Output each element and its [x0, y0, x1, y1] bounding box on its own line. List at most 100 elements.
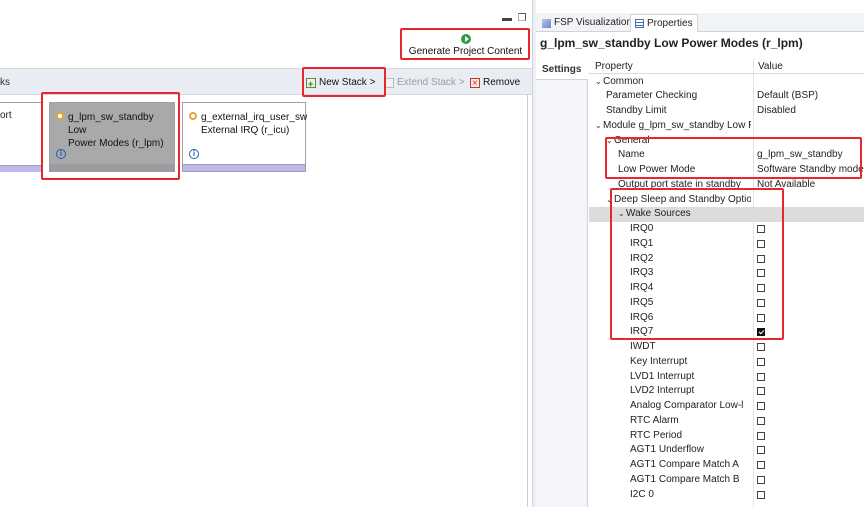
remove-button[interactable]: Remove [470, 75, 521, 92]
new-stack-label: New Stack > [319, 77, 376, 88]
property-label-text: AGT1 Compare Match A [630, 459, 739, 470]
wake-source-checkbox[interactable] [757, 431, 765, 440]
stack-block-external-irq[interactable]: g_external_irq_user_sw External IRQ (r_i… [182, 102, 307, 172]
wake-source-row[interactable]: LVD1 Interrupt [589, 370, 864, 385]
remove-label: Remove [483, 77, 521, 88]
wake-source-checkbox[interactable] [757, 225, 765, 233]
wake-source-row[interactable]: IRQ4 [589, 281, 864, 296]
property-row[interactable]: Output port state in standby Not Availabl… [589, 178, 864, 193]
property-row[interactable]: Standby Limit Disabled [589, 104, 864, 119]
property-label: RTC Alarm [630, 414, 751, 429]
tab-fsp-visualization[interactable]: FSP Visualization [538, 14, 636, 32]
wake-source-row[interactable]: RTC Period [589, 429, 864, 444]
property-row[interactable]: ⌄Deep Sleep and Standby Optio [589, 193, 864, 208]
property-label-text: RTC Alarm [630, 414, 679, 426]
maximize-icon[interactable]: ❐ [517, 14, 527, 24]
view-tabs: FSP Visualization Properties [536, 13, 864, 32]
wake-source-checkbox[interactable] [757, 357, 765, 366]
property-row[interactable]: Name g_lpm_sw_standby [589, 148, 864, 163]
expand-chevron-icon[interactable]: ⌄ [606, 193, 614, 208]
tab-properties[interactable]: Properties [630, 14, 698, 32]
property-label: Analog Comparator Low-l [630, 399, 751, 414]
properties-view: FSP Visualization Properties g_lpm_sw_st… [536, 0, 864, 507]
property-value[interactable]: Not Available [757, 178, 864, 193]
property-label: IRQ5 [630, 296, 751, 311]
property-label-text: Standby Limit [606, 105, 667, 116]
wake-source-row[interactable]: IRQ0 [589, 222, 864, 237]
property-row[interactable]: ⌄Common [589, 75, 864, 90]
property-row[interactable]: Parameter Checking Default (BSP) [589, 89, 864, 104]
info-icon[interactable]: i [189, 149, 199, 159]
property-value[interactable]: Default (BSP) [757, 89, 864, 104]
stack-block-partial[interactable]: ort [0, 102, 42, 172]
property-label-text: Parameter Checking [606, 90, 698, 102]
property-row[interactable]: ⌄General [589, 134, 864, 149]
property-value[interactable]: Software Standby mode [757, 163, 864, 178]
minimize-icon[interactable]: ▬ [502, 14, 512, 24]
property-label: IRQ3 [630, 266, 751, 281]
wake-source-row[interactable]: IRQ5 [589, 296, 864, 311]
property-row[interactable]: ⌄Module g_lpm_sw_standby Low Pc [589, 119, 864, 134]
wake-source-checkbox[interactable] [757, 239, 765, 248]
properties-title: g_lpm_sw_standby Low Power Modes (r_lpm) [540, 36, 803, 50]
wake-source-checkbox[interactable] [757, 269, 765, 278]
value-column-header[interactable]: Value [758, 61, 783, 72]
wake-source-row[interactable]: AGT1 Compare Match B [589, 473, 864, 488]
tab-label: Properties [647, 17, 693, 29]
property-label: IRQ1 [630, 237, 751, 252]
property-row[interactable]: Low Power Mode Software Standby mode [589, 163, 864, 178]
wake-source-row[interactable]: Key Interrupt [589, 355, 864, 370]
wake-source-checkbox[interactable] [757, 446, 765, 455]
property-label: Key Interrupt [630, 355, 751, 370]
property-row[interactable]: ⌄Wake Sources [589, 207, 864, 222]
wake-source-checkbox[interactable] [757, 313, 765, 322]
wake-source-row[interactable]: IRQ7 [589, 325, 864, 340]
stack-name: g_lpm_sw_standby Low [68, 112, 154, 136]
wake-source-row[interactable]: AGT1 Underflow [589, 443, 864, 458]
property-label: IRQ7 [630, 325, 751, 340]
wake-source-checkbox[interactable] [757, 490, 765, 499]
extend-stack-button[interactable]: Extend Stack > [384, 75, 465, 91]
wake-source-row[interactable]: Analog Comparator Low-l [589, 399, 864, 414]
wake-source-row[interactable]: AGT1 Compare Match A [589, 458, 864, 473]
property-label-text: LVD1 Interrupt [630, 370, 695, 382]
wake-source-checkbox[interactable] [757, 461, 765, 469]
property-value[interactable]: Disabled [757, 104, 864, 119]
wake-source-row[interactable]: LVD2 Interrupt [589, 384, 864, 399]
property-label-text: IRQ7 [630, 326, 654, 338]
expand-chevron-icon[interactable]: ⌄ [595, 119, 603, 134]
module-icon [188, 111, 198, 121]
wake-source-checkbox[interactable] [757, 284, 765, 292]
wake-source-checkbox[interactable] [757, 328, 765, 337]
wake-source-checkbox[interactable] [757, 343, 765, 351]
expand-chevron-icon[interactable]: ⌄ [618, 207, 626, 222]
wake-source-row[interactable]: IWDT [589, 340, 864, 355]
wake-source-checkbox[interactable] [757, 298, 765, 307]
wake-source-checkbox[interactable] [757, 254, 765, 263]
wake-source-checkbox[interactable] [757, 402, 765, 410]
wake-source-checkbox[interactable] [757, 475, 765, 484]
property-label-text: Name [618, 149, 645, 161]
expand-chevron-icon[interactable]: ⌄ [606, 134, 614, 149]
wake-source-checkbox[interactable] [757, 372, 765, 381]
new-stack-button[interactable]: New Stack > [306, 75, 376, 92]
stacks-title: ks [0, 77, 10, 88]
info-icon[interactable]: i [56, 149, 66, 159]
stack-block-lpm[interactable]: g_lpm_sw_standby Low Power Modes (r_lpm)… [49, 102, 175, 172]
wake-source-checkbox[interactable] [757, 416, 765, 425]
generate-project-content-button[interactable]: Generate Project Content [401, 28, 530, 60]
wake-source-row[interactable]: IRQ3 [589, 266, 864, 281]
property-value[interactable]: g_lpm_sw_standby [757, 148, 864, 163]
wake-source-row[interactable]: IRQ6 [589, 311, 864, 326]
wake-source-checkbox[interactable] [757, 387, 765, 396]
settings-tab[interactable]: Settings [536, 58, 588, 507]
wake-source-row[interactable]: RTC Alarm [589, 414, 864, 429]
property-label: IRQ6 [630, 311, 751, 326]
property-column-header[interactable]: Property [595, 61, 633, 72]
property-label-text: Deep Sleep and Standby Optio [614, 193, 751, 205]
wake-source-row[interactable]: IRQ1 [589, 237, 864, 252]
expand-chevron-icon[interactable]: ⌄ [595, 75, 603, 90]
wake-source-row[interactable]: I2C 0 [589, 488, 864, 503]
wake-source-row[interactable]: IRQ2 [589, 252, 864, 267]
property-label: LVD1 Interrupt [630, 370, 751, 385]
